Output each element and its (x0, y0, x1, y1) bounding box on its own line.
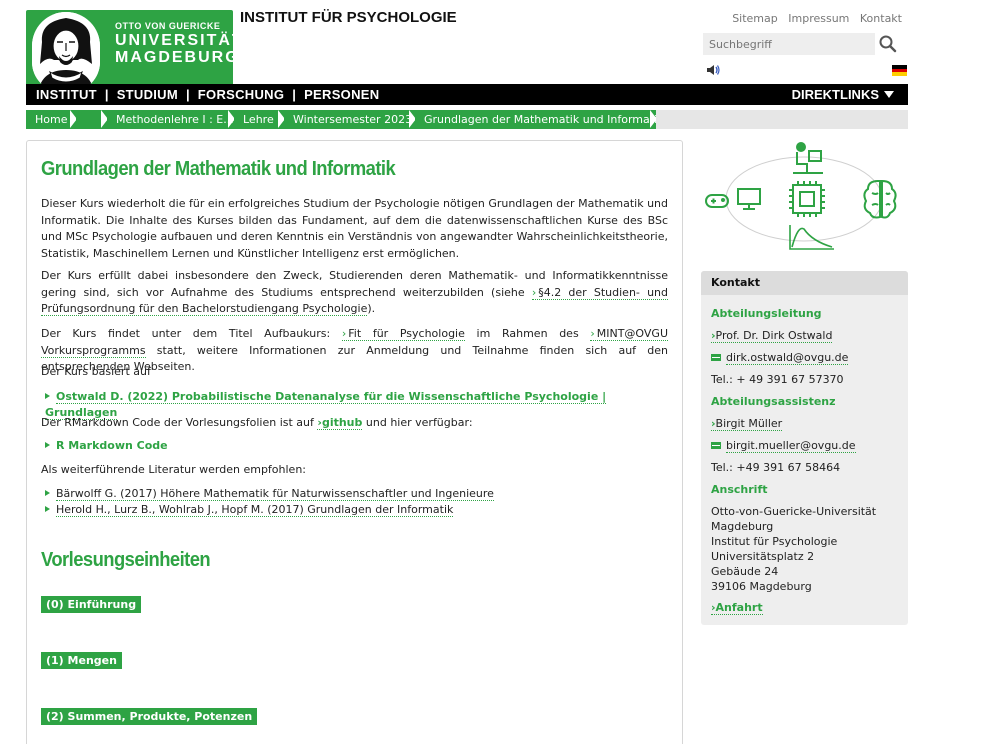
direktlinks-label: DIREKTLINKS (791, 87, 879, 102)
bullet-icon (45, 442, 50, 448)
page-title: Grundlagen der Mathematik und Informatik (41, 158, 396, 180)
impressum-link[interactable]: Impressum (788, 12, 849, 25)
gamepad-icon (705, 194, 729, 208)
units-heading: Vorlesungseinheiten (41, 549, 211, 571)
breadcrumb-lehre[interactable]: Lehre (234, 110, 284, 129)
aufbaukurs-text: Der Kurs findet unter dem Titel Aufbauku… (41, 327, 342, 340)
monitor-icon (737, 188, 761, 210)
assistenz-email[interactable]: birgit.mueller@ovgu.de (711, 438, 856, 453)
nav-studium[interactable]: STUDIUM (117, 87, 178, 102)
speaker-icon[interactable] (705, 62, 721, 78)
unit-button-summen[interactable]: (2) Summen, Produkte, Potenzen (41, 708, 258, 725)
leitung-heading: Abteilungsleitung (711, 307, 822, 320)
caret-down-icon (884, 91, 894, 98)
leitung-name[interactable]: ›Prof. Dr. Dirk Ostwald (711, 328, 833, 343)
chip-icon (789, 181, 825, 217)
rmd-list-item[interactable]: R Markdown Code (45, 438, 168, 454)
assistenz-phone: Tel.: +49 391 67 58464 (711, 461, 841, 474)
assistenz-name[interactable]: ›Birgit Müller (711, 416, 783, 431)
breadcrumb: Home Methodenlehre I : E... Lehre Winter… (26, 110, 908, 129)
kontakt-link[interactable]: Kontakt (860, 12, 902, 25)
literature-link[interactable]: Bärwolff G. (2017) Höhere Mathematik für… (56, 487, 494, 501)
aufbaukurs-text-mid: im Rahmen des (464, 327, 591, 340)
nav-separator: | (104, 87, 109, 102)
literature-item[interactable]: Herold H., Lurz B., Wohlrab J., Hopf M. … (45, 502, 454, 518)
rmarkdown-text: Der RMarkdown Code der Vorlesungsfolien … (41, 416, 318, 429)
unit-button-einfuehrung[interactable]: (0) Einführung (41, 596, 142, 613)
anschrift-heading: Anschrift (711, 483, 768, 496)
breadcrumb-wintersemester[interactable]: Wintersemester 2023 (284, 110, 415, 129)
literature-paragraph: Als weiterführende Literatur werden empf… (41, 463, 306, 476)
unit-button-mengen[interactable]: (1) Mengen (41, 652, 122, 669)
breadcrumb-home[interactable]: Home (26, 110, 76, 129)
leitung-email[interactable]: dirk.ostwald@ovgu.de (711, 350, 849, 365)
distribution-curve-icon (789, 225, 834, 250)
logo-line-2: MAGDEBURG (115, 49, 240, 66)
brain-icon (863, 179, 897, 219)
institute-title[interactable]: INSTITUT FÜR PSYCHOLOGIE (240, 9, 457, 26)
literature-item[interactable]: Bärwolff G. (2017) Höhere Mathematik für… (45, 486, 494, 502)
main-navigation: INSTITUT | STUDIUM | FORSCHUNG | PERSONE… (26, 84, 908, 105)
department-illustration (700, 137, 908, 259)
address: Otto-von-Guericke-Universität Magdeburg … (711, 505, 877, 593)
main-content: Grundlagen der Mathematik und Informatik… (26, 140, 683, 744)
logo-small-text: OTTO VON GUERICKE (115, 21, 221, 31)
nav-personen[interactable]: PERSONEN (304, 87, 379, 102)
logo-big-text: UNIVERSITÄT MAGDEBURG (115, 32, 244, 66)
sitemap-link[interactable]: Sitemap (732, 12, 778, 25)
contact-title: Kontakt (701, 271, 908, 295)
anfahrt-link[interactable]: ›Anfahrt (711, 600, 763, 615)
breadcrumb-methodenlehre[interactable]: Methodenlehre I : E... (107, 110, 234, 129)
contact-box: Kontakt Abteilungsleitung ›Prof. Dr. Dir… (701, 271, 908, 625)
mail-icon (711, 354, 721, 361)
rmarkdown-code-link[interactable]: R Markdown Code (56, 439, 168, 452)
leitung-phone: Tel.: + 49 391 67 57370 (711, 373, 844, 386)
rmarkdown-paragraph: Der RMarkdown Code der Vorlesungsfolien … (41, 415, 668, 432)
breadcrumb-empty[interactable] (76, 110, 107, 129)
intro-paragraph: Dieser Kurs wiederholt die für ein erfol… (41, 197, 668, 260)
top-links: Sitemap Impressum Kontakt (725, 12, 902, 25)
github-link[interactable]: ›github (317, 416, 363, 430)
basis-paragraph: Der Kurs basiert auf (41, 365, 151, 378)
bullet-icon (45, 490, 50, 496)
nav-separator: | (292, 87, 297, 102)
nav-forschung[interactable]: FORSCHUNG (198, 87, 284, 102)
search-input[interactable] (703, 33, 875, 55)
mail-icon (711, 442, 721, 449)
rmarkdown-text-end: und hier verfügbar: (362, 416, 473, 429)
german-flag-icon[interactable] (892, 65, 907, 76)
purpose-paragraph: Der Kurs erfüllt dabei insbesondere den … (41, 268, 668, 318)
university-logo[interactable]: OTTO VON GUERICKE UNIVERSITÄT MAGDEBURG (26, 10, 242, 94)
purpose-text-end: ). (367, 302, 376, 315)
bullet-icon (45, 506, 50, 512)
nav-separator: | (185, 87, 190, 102)
bullet-icon (45, 393, 50, 399)
literature-link[interactable]: Herold H., Lurz B., Wohlrab J., Hopf M. … (56, 503, 454, 517)
breadcrumb-current[interactable]: Grundlagen der Mathematik und Informatik (415, 110, 656, 129)
nav-institut[interactable]: INSTITUT (36, 87, 97, 102)
assistenz-heading: Abteilungsassistenz (711, 395, 836, 408)
search-icon[interactable] (878, 34, 898, 54)
fit-fuer-psychologie-link[interactable]: › Fit für Psychologie (341, 327, 465, 341)
direktlinks-dropdown[interactable]: DIREKTLINKS (792, 87, 894, 102)
guericke-portrait-icon (32, 12, 100, 92)
logo-line-1: UNIVERSITÄT (115, 32, 244, 49)
